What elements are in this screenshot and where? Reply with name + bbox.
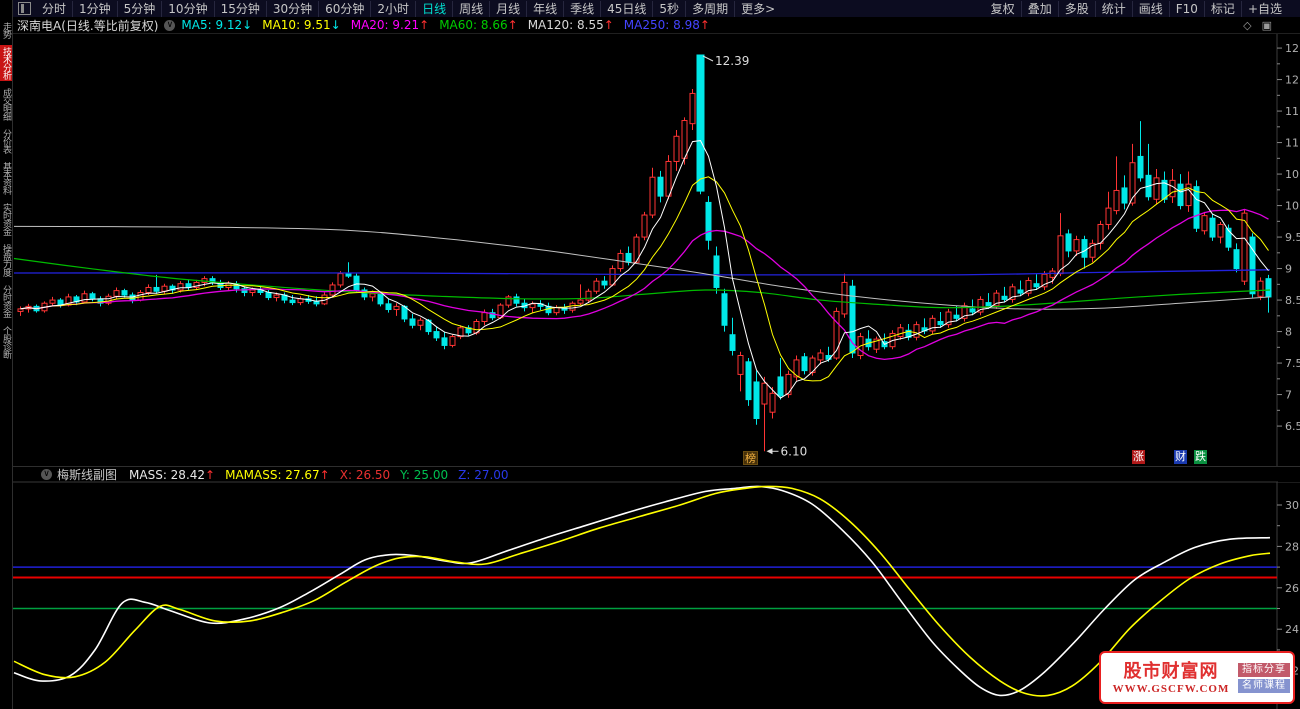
menu-item-多股[interactable]: 多股 [1057,0,1095,17]
sidebar-item-成交明细[interactable]: 成交明细 [0,86,12,122]
svg-text:7.5: 7.5 [1285,357,1300,370]
ma-legend-item-0: MA5: 9.12↓ [181,18,253,32]
ma-legend: MA5: 9.12↓ MA10: 9.51↓ MA20: 9.21↑ MA60: 8.… [181,18,1243,32]
svg-text:10: 10 [1285,200,1299,213]
menu-item-15分钟[interactable]: 15分钟 [213,0,266,17]
menu-item-日线[interactable]: 日线 [415,0,452,17]
app-root: { "toolbar": { "left_items": ["分时","1分钟"… [0,0,1300,709]
svg-text:6.5: 6.5 [1285,420,1300,433]
sidebar-item-技术分析[interactable]: 技术分析 [0,45,12,81]
diamond-icon[interactable]: ◇ [1243,19,1251,32]
main-chart-canvas[interactable]: 12.5 12 11.5 11 10.5 10 9.5 9 8.5 8 7.5 7 6.5 12.39 6.… [13,33,1300,467]
menu-item-年线[interactable]: 年线 [526,0,563,17]
period-menu: 分时 1分钟 5分钟 10分钟 15分钟 30分钟 60分钟 2小时 日线 周线 月线 年线 季线 45日… [36,0,985,17]
tools-menu: 复权 叠加 多股 统计 画线 F10 标记 +自选 [985,0,1300,17]
menu-item-10分钟[interactable]: 10分钟 [161,0,213,17]
menu-item-画线[interactable]: 画线 [1131,0,1169,17]
sidebar-item-基本资料[interactable]: 基本资料 [0,160,12,196]
sub-value-2: X: 26.50 [339,467,391,482]
sub-value-4: Z: 27.00 [458,467,509,482]
menu-item-60分钟[interactable]: 60分钟 [318,0,370,17]
svg-text:10.5: 10.5 [1285,168,1300,181]
menu-item-5秒[interactable]: 5秒 [652,0,685,17]
svg-text:8: 8 [1285,326,1292,339]
menu-item-统计[interactable]: 统计 [1094,0,1132,17]
svg-text:28: 28 [1285,540,1299,553]
ma-legend-item-2: MA20: 9.21↑ [350,18,430,32]
menu-item-2小时[interactable]: 2小时 [370,0,415,17]
collapse-icon[interactable]: ∨ [41,469,52,480]
menu-item-分时[interactable]: 分时 [36,1,72,17]
series-MAMASS [13,485,1271,697]
svg-text:9: 9 [1285,263,1292,276]
menu-item-5分钟[interactable]: 5分钟 [116,0,162,17]
candles [17,54,1272,452]
split-window-icon[interactable]: ▣ [1262,19,1272,32]
menu-item-30分钟[interactable]: 30分钟 [265,0,318,17]
ma-legend-item-4: MA120: 8.55↑ [527,18,614,32]
menu-item-复权[interactable]: 复权 [985,1,1021,17]
svg-text:12: 12 [1285,74,1299,87]
menu-item-45日线[interactable]: 45日线 [600,0,652,17]
menu-item-1分钟[interactable]: 1分钟 [72,0,117,17]
svg-text:11.5: 11.5 [1285,105,1300,118]
svg-text:30: 30 [1285,499,1299,512]
indicator-values: MASS: 28.42↑ MAMASS: 27.67↑ X: 26.50 Y: 25.… [129,468,519,482]
ma10-line [20,176,1269,382]
svg-text:12.5: 12.5 [1285,42,1300,55]
sidebar-item-分价表[interactable]: 分价表 [0,127,12,155]
svg-text:6.10: 6.10 [781,444,808,458]
marker-badge-财[interactable]: 财 [1174,450,1187,464]
marker-badge-涨[interactable]: 涨 [1132,450,1145,464]
period-toolbar: 分时 1分钟 5分钟 10分钟 15分钟 30分钟 60分钟 2小时 日线 周线 月线 年线 季线 45日… [13,0,1300,18]
menu-item-更多>[interactable]: 更多> [734,0,781,17]
svg-text:26: 26 [1285,582,1299,595]
sidebar-item-走势[interactable]: 走势 [0,20,12,40]
price-axis: 12.5 12 11.5 11 10.5 10 9.5 9 8.5 8 7.5 7 6.5 [1277,42,1300,433]
series-MASS [13,485,1271,697]
menu-item-周线[interactable]: 周线 [452,0,489,17]
rank-badge[interactable]: 榜 [743,451,758,465]
watermark: 股市财富网 WWW.GSCFW.COM 指标分享 名师课程 [1099,651,1295,704]
menu-item-多周期[interactable]: 多周期 [685,0,734,17]
menu-item-月线[interactable]: 月线 [489,0,526,17]
ma-legend-item-5: MA250: 8.98↑ [623,18,710,32]
sub-value-0: MASS: 28.42↑ [129,467,216,482]
menu-item-季线[interactable]: 季线 [563,0,600,17]
sidebar-item-操盘力度[interactable]: 操盘力度 [0,242,12,278]
svg-text:24: 24 [1285,623,1299,636]
svg-text:7: 7 [1285,389,1292,402]
left-tab-strip: 走势技术分析成交明细分价表基本资料实时资金操盘力度分时资金个股诊断 [0,0,13,709]
watermark-site: 股市财富网 WWW.GSCFW.COM [1104,661,1238,695]
watermark-badge-2: 名师课程 [1238,678,1290,693]
watermark-badge-1: 指标分享 [1238,662,1290,677]
layout-toggle-icon[interactable] [18,2,31,15]
sidebar-item-分时资金[interactable]: 分时资金 [0,283,12,319]
title-bar: 深南电A(日线.等比前复权) ∨ MA5: 9.12↓ MA10: 9.51↓ MA… [13,17,1300,33]
watermark-site-url: WWW.GSCFW.COM [1112,682,1230,695]
menu-item-+自选[interactable]: +自选 [1240,0,1288,17]
svg-text:11: 11 [1285,137,1299,150]
menu-item-叠加[interactable]: 叠加 [1020,0,1058,17]
symbol-title: 深南电A(日线.等比前复权) [17,18,159,33]
ma-legend-item-3: MA60: 8.66↑ [439,18,518,32]
marker-badge-跌[interactable]: 跌 [1194,450,1207,464]
sub-value-3: Y: 25.00 [400,467,449,482]
sidebar-item-个股诊断[interactable]: 个股诊断 [0,324,12,360]
watermark-site-name: 股市财富网 [1123,660,1219,682]
menu-item-F10[interactable]: F10 [1168,0,1204,17]
svg-text:9.5: 9.5 [1285,231,1300,244]
menu-item-标记[interactable]: 标记 [1203,0,1241,17]
svg-text:12.39: 12.39 [715,54,749,68]
sidebar-item-实时资金[interactable]: 实时资金 [0,201,12,237]
ma-legend-item-1: MA10: 9.51↓ [262,18,341,32]
svg-text:8.5: 8.5 [1285,294,1300,307]
chevron-down-icon[interactable]: ∨ [164,19,176,31]
sub-value-1: MAMASS: 27.67↑ [225,467,330,482]
